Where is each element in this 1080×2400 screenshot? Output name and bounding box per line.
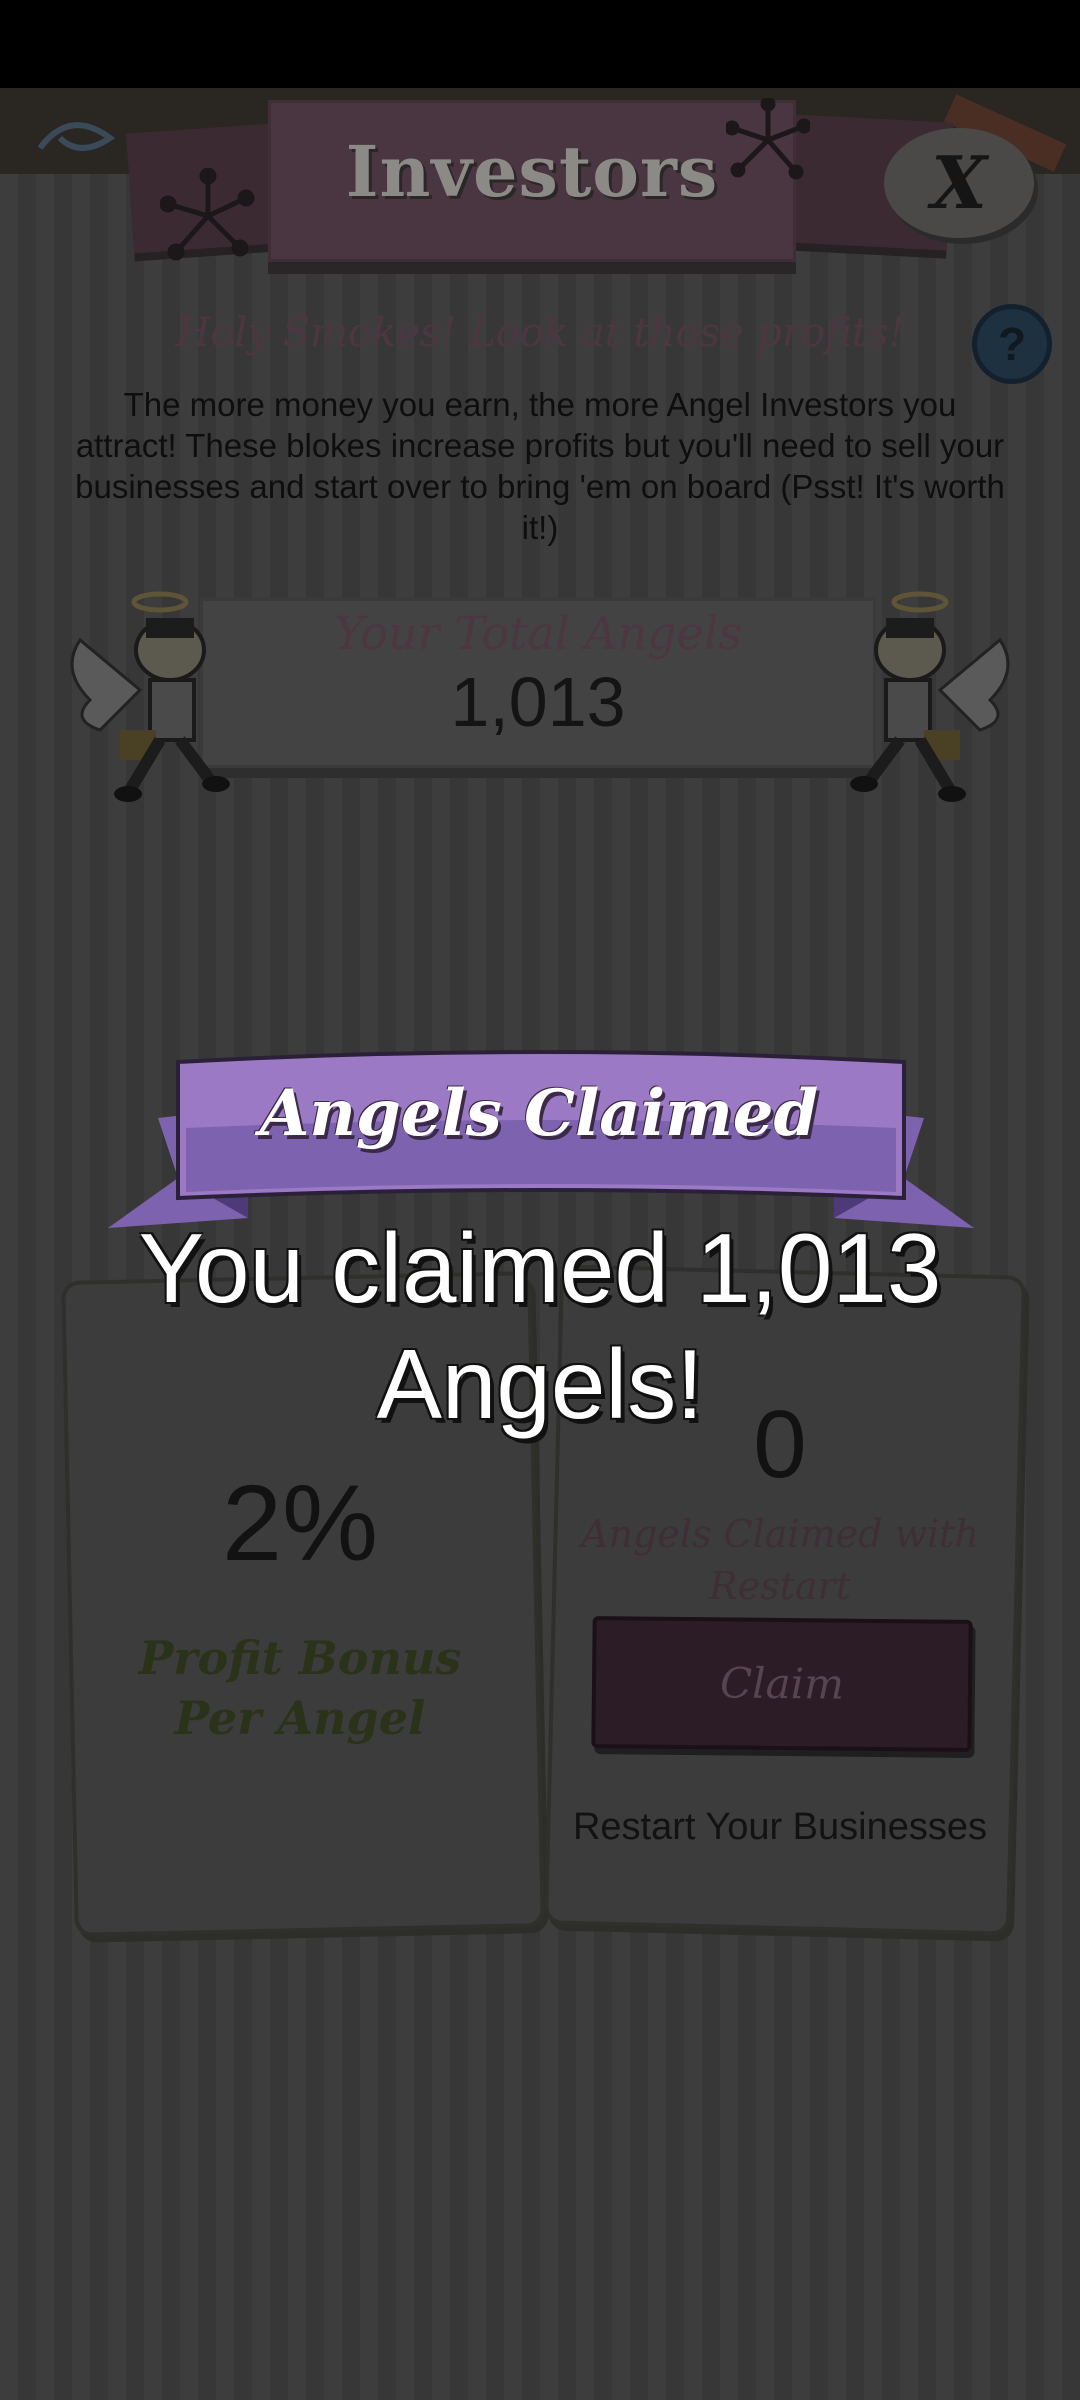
close-icon: X bbox=[931, 140, 987, 225]
snowflake-icon bbox=[160, 168, 255, 261]
total-angels-label: Your Total Angels bbox=[333, 606, 743, 660]
ribbon-title: Angels Claimed bbox=[259, 1076, 819, 1151]
status-bar bbox=[0, 0, 1080, 88]
help-icon[interactable]: ? bbox=[972, 304, 1052, 384]
profit-bonus-value: 2% bbox=[221, 1462, 379, 1583]
screen: Investors X Holy Smokes! Look at those p… bbox=[0, 0, 1080, 2400]
profit-bonus-label: Profit Bonus Per Angel bbox=[138, 1631, 462, 1745]
close-button[interactable]: X bbox=[884, 128, 1034, 238]
description-text: The more money you earn, the more Angel … bbox=[75, 386, 1005, 546]
angel-mascot-left bbox=[70, 591, 230, 802]
headline: Holy Smokes! Look at those profits! bbox=[175, 310, 905, 356]
claim-button-label: Claim bbox=[719, 1658, 845, 1709]
claim-button[interactable]: Claim bbox=[591, 1616, 973, 1752]
claimed-message: You claimed 1,013 Angels! bbox=[138, 1213, 942, 1439]
panel-title: Investors bbox=[345, 130, 719, 213]
total-angels-value: 1,013 bbox=[450, 663, 626, 741]
restart-businesses-label: Restart Your Businesses bbox=[572, 1806, 987, 1848]
angels-claimed-label: Angels Claimed with Restart bbox=[581, 1512, 979, 1608]
angel-mascot-right bbox=[850, 591, 1010, 802]
